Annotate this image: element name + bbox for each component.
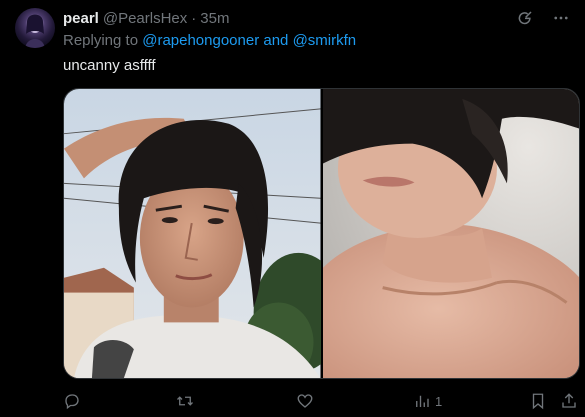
grok-icon[interactable]	[515, 8, 535, 28]
bookmark-icon	[529, 392, 547, 410]
tweet-header: pearl @PearlsHex · 35m	[63, 9, 229, 27]
repost-button[interactable]	[175, 389, 199, 413]
mention-joiner[interactable]: and	[259, 32, 292, 49]
like-icon	[296, 392, 314, 410]
reply-icon	[63, 392, 81, 410]
media-grid	[63, 88, 580, 379]
timestamp[interactable]: 35m	[200, 10, 229, 27]
replying-to-prefix: Replying to	[63, 32, 143, 49]
repost-icon	[175, 392, 195, 410]
display-name[interactable]: pearl	[63, 10, 99, 27]
replying-to: Replying to @rapehongooner and @smirkfn	[63, 32, 356, 49]
mention-link-2[interactable]: @smirkfn	[293, 32, 357, 49]
share-icon	[560, 392, 578, 410]
tweet-top-actions	[515, 8, 571, 28]
views-button[interactable]: 1	[413, 389, 442, 413]
views-count: 1	[435, 393, 443, 409]
bookmark-button[interactable]	[529, 389, 547, 413]
views-icon	[413, 392, 431, 410]
share-button[interactable]	[560, 389, 578, 413]
photo-right[interactable]	[322, 89, 579, 378]
avatar[interactable]	[15, 8, 55, 48]
more-icon[interactable]	[551, 8, 571, 28]
reply-button[interactable]	[63, 389, 85, 413]
photo-left[interactable]	[64, 89, 321, 378]
tweet-text: uncanny asffff	[63, 57, 156, 74]
action-bar: 1	[63, 389, 580, 413]
separator-dot: ·	[191, 9, 197, 27]
like-button[interactable]	[296, 389, 318, 413]
mention-link-1[interactable]: @rapehongooner	[142, 32, 259, 49]
user-handle[interactable]: @PearlsHex	[103, 10, 187, 27]
tweet[interactable]: pearl @PearlsHex · 35m Replying to @rape…	[0, 0, 585, 417]
